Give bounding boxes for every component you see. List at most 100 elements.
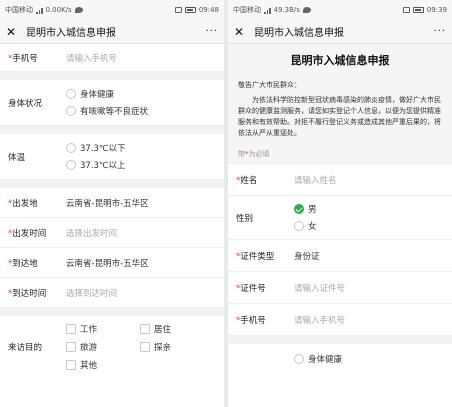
- health-option-healthy[interactable]: 身体健康: [294, 353, 342, 365]
- purpose-option-visit-family[interactable]: 探亲: [140, 341, 200, 353]
- health-options: 身体健康 有咳嗽等不良症状: [66, 88, 148, 117]
- purpose-option-reside[interactable]: 居住: [140, 323, 200, 335]
- health-row: 身体健康: [228, 344, 452, 374]
- radio-icon: [66, 89, 76, 99]
- health-option-healthy[interactable]: 身体健康: [66, 88, 148, 100]
- phone-row: *手机号 请输入手机号: [0, 44, 224, 72]
- phone-input[interactable]: 请输入手机号: [294, 314, 345, 326]
- phone-label: *手机号: [236, 315, 266, 326]
- origin-value[interactable]: 云南省-昆明市-五华区: [66, 197, 149, 209]
- section-gap: [0, 180, 224, 188]
- checkbox-icon: [140, 342, 150, 352]
- origin-label: *出发地: [8, 198, 38, 209]
- radio-icon: [66, 143, 76, 153]
- wechat-icon: [302, 7, 311, 13]
- section-gap: [228, 336, 452, 344]
- section-gap: [0, 126, 224, 134]
- health-row: 身体状况 身体健康 有咳嗽等不良症状: [0, 80, 224, 126]
- close-icon[interactable]: ✕: [6, 26, 20, 38]
- form-content: *手机号 请输入手机号 身体状况 身体健康 有咳嗽等不良症状 体温 37.3℃以…: [0, 44, 224, 407]
- purpose-option-travel[interactable]: 旅游: [66, 341, 140, 353]
- health-option-symptoms[interactable]: 有咳嗽等不良症状: [66, 105, 148, 117]
- name-input[interactable]: 请输入姓名: [294, 174, 337, 186]
- left-screen: 中国移动 0.00K/s 09:48 ✕ 昆明市入城信息申报 ··· *手机号 …: [0, 0, 224, 407]
- radio-checked-icon: [294, 204, 304, 214]
- id-type-value[interactable]: 身份证: [294, 250, 320, 262]
- purpose-row: 来访目的 工作 居住 旅游 探亲 其他: [0, 316, 224, 378]
- id-number-label: *证件号: [236, 283, 266, 294]
- carrier-name: 中国移动: [5, 6, 33, 14]
- status-bar: 中国移动 49.3B/s 09:39: [228, 0, 452, 20]
- section-gap: [0, 72, 224, 80]
- status-bar: 中国移动 0.00K/s 09:48: [0, 0, 224, 20]
- network-speed: 49.3B/s: [273, 6, 300, 14]
- destination-value[interactable]: 云南省-昆明市-五华区: [66, 257, 149, 269]
- gender-option-female[interactable]: 女: [294, 220, 317, 232]
- purpose-label: 来访目的: [8, 343, 43, 353]
- purpose-option-other[interactable]: 其他: [66, 359, 140, 371]
- greeting-text: 敬告广大市民群众：: [238, 81, 301, 89]
- radio-icon: [66, 106, 76, 116]
- section-gap: [0, 308, 224, 316]
- signal-icon: [264, 7, 271, 14]
- arrive-time-row[interactable]: *到达时间 选择到达时间: [0, 278, 224, 308]
- radio-icon: [294, 221, 304, 231]
- depart-time-picker[interactable]: 选择出发时间: [66, 227, 117, 239]
- right-screen: 中国移动 49.3B/s 09:39 ✕ 昆明市入城信息申报 ··· 昆明市入城…: [228, 0, 452, 407]
- close-icon[interactable]: ✕: [234, 26, 248, 38]
- form-content: 昆明市入城信息申报 敬告广大市民群众： 为依法科学防控新型冠状病毒感染的肺炎疫情…: [228, 44, 452, 407]
- nav-bar: ✕ 昆明市入城信息申报 ···: [228, 20, 452, 44]
- purpose-option-work[interactable]: 工作: [66, 323, 140, 335]
- battery-icon: [184, 7, 196, 13]
- name-row: *姓名 请输入姓名: [228, 164, 452, 196]
- id-number-input[interactable]: 请输入证件号: [294, 282, 345, 294]
- signal-icon: [36, 7, 43, 14]
- clock: 09:39: [426, 6, 447, 14]
- destination-label: *到达地: [8, 258, 38, 269]
- nav-title: 昆明市入城信息申报: [254, 28, 344, 39]
- nav-title: 昆明市入城信息申报: [26, 28, 116, 39]
- id-type-row[interactable]: *证件类型 身份证: [228, 240, 452, 272]
- arrive-time-picker[interactable]: 选择到达时间: [66, 287, 117, 299]
- checkbox-icon: [66, 324, 76, 334]
- id-type-label: *证件类型: [236, 251, 275, 262]
- carrier-name: 中国移动: [233, 6, 261, 14]
- required-note: 带*为必填: [228, 145, 452, 164]
- form-header: 昆明市入城信息申报 敬告广大市民群众： 为依法科学防控新型冠状病毒感染的肺炎疫情…: [228, 44, 452, 145]
- more-menu-button[interactable]: ···: [433, 26, 446, 37]
- sim-icon: [174, 7, 182, 13]
- radio-icon: [66, 160, 76, 170]
- radio-icon: [294, 354, 304, 364]
- depart-time-label: *出发时间: [8, 228, 47, 239]
- temperature-options: 37.3℃以下 37.3℃以上: [66, 142, 125, 171]
- more-menu-button[interactable]: ···: [205, 26, 218, 37]
- name-label: *姓名: [236, 175, 258, 186]
- phone-label: *手机号: [8, 53, 38, 64]
- checkbox-icon: [140, 324, 150, 334]
- purpose-options: 工作 居住 旅游 探亲 其他: [66, 323, 200, 371]
- temperature-row: 体温 37.3℃以下 37.3℃以上: [0, 134, 224, 180]
- destination-row[interactable]: *到达地 云南省-昆明市-五华区: [0, 248, 224, 278]
- depart-time-row[interactable]: *出发时间 选择出发时间: [0, 218, 224, 248]
- arrive-time-label: *到达时间: [8, 288, 47, 299]
- gender-options: 男 女: [294, 203, 317, 232]
- clock: 09:48: [198, 6, 219, 14]
- gender-option-male[interactable]: 男: [294, 203, 317, 215]
- phone-input[interactable]: 请输入手机号: [66, 52, 117, 64]
- wechat-icon: [74, 7, 83, 13]
- sim-icon: [402, 7, 410, 13]
- notice-text: 为依法科学防控新型冠状病毒感染的肺炎疫情，做好广大市民群众的健康监测服务，请您如…: [238, 96, 441, 137]
- gender-row: 性别 男 女: [228, 196, 452, 240]
- health-label: 身体状况: [8, 98, 43, 109]
- nav-bar: ✕ 昆明市入城信息申报 ···: [0, 20, 224, 44]
- gender-label: 性别: [236, 213, 254, 224]
- temperature-label: 体温: [8, 152, 26, 163]
- origin-row[interactable]: *出发地 云南省-昆明市-五华区: [0, 188, 224, 218]
- network-speed: 0.00K/s: [45, 6, 72, 14]
- battery-icon: [412, 7, 424, 13]
- checkbox-icon: [66, 342, 76, 352]
- temp-option-above[interactable]: 37.3℃以上: [66, 159, 125, 171]
- phone-row: *手机号 请输入手机号: [228, 304, 452, 336]
- id-number-row: *证件号 请输入证件号: [228, 272, 452, 304]
- temp-option-below[interactable]: 37.3℃以下: [66, 142, 125, 154]
